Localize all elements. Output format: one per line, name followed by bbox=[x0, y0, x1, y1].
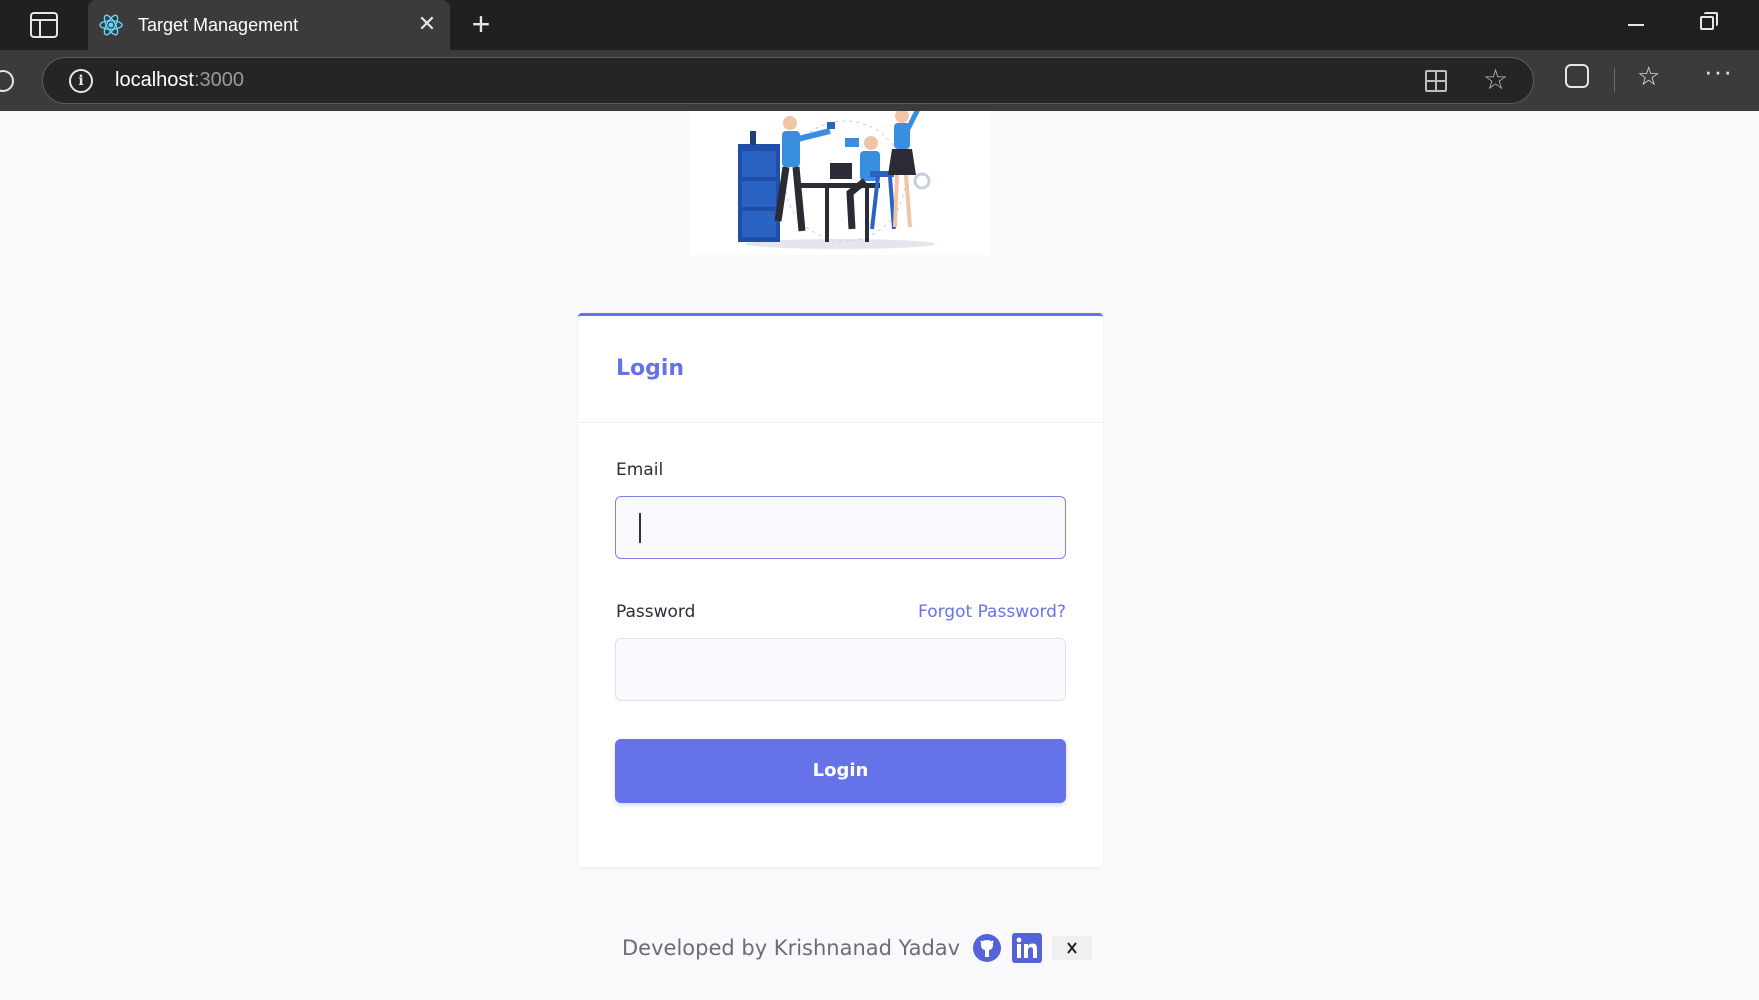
favorites-icon[interactable]: ☆ bbox=[1637, 61, 1660, 91]
card-title: Login bbox=[616, 356, 685, 381]
tab-actions-icon[interactable] bbox=[30, 12, 58, 38]
browser-toolbar: i localhost:3000 ☆ ☆ ··· bbox=[0, 50, 1759, 111]
text-caret bbox=[639, 513, 641, 543]
email-label: Email bbox=[616, 460, 664, 480]
login-card: Login Email Password Forgot Password? Lo… bbox=[578, 313, 1103, 867]
minimize-icon[interactable] bbox=[1628, 24, 1644, 26]
star-icon[interactable]: ☆ bbox=[1483, 64, 1508, 96]
toolbar-divider bbox=[1614, 68, 1615, 92]
footer: Developed by Krishnanad Yadav bbox=[622, 928, 1093, 968]
github-icon[interactable] bbox=[972, 933, 1002, 963]
forgot-password-link[interactable]: Forgot Password? bbox=[918, 602, 1066, 622]
card-header: Login bbox=[578, 316, 1103, 423]
footer-credit: Developed by Krishnanad Yadav bbox=[622, 936, 961, 960]
extensions-icon[interactable] bbox=[1565, 64, 1589, 88]
react-favicon-icon bbox=[99, 14, 123, 36]
url-port: :3000 bbox=[193, 69, 244, 91]
browser-titlebar: Target Management ✕ + bbox=[0, 0, 1759, 50]
login-button[interactable]: Login bbox=[615, 739, 1066, 803]
x-icon[interactable] bbox=[1052, 933, 1093, 963]
address-bar[interactable]: i localhost:3000 ☆ bbox=[42, 57, 1534, 104]
browser-tab[interactable]: Target Management ✕ bbox=[88, 0, 450, 50]
split-screen-icon[interactable] bbox=[1425, 70, 1447, 92]
more-icon[interactable]: ··· bbox=[1704, 56, 1733, 86]
tab-title: Target Management bbox=[138, 15, 299, 35]
plus-icon[interactable]: + bbox=[466, 8, 496, 42]
email-field[interactable] bbox=[615, 496, 1066, 559]
password-field[interactable] bbox=[615, 638, 1066, 701]
info-icon[interactable]: i bbox=[69, 69, 93, 93]
url-text[interactable]: localhost:3000 bbox=[115, 69, 244, 92]
reload-icon[interactable] bbox=[0, 70, 14, 92]
restore-icon[interactable] bbox=[1700, 12, 1718, 30]
url-host: localhost bbox=[115, 69, 194, 91]
close-icon[interactable]: ✕ bbox=[413, 10, 441, 38]
hero-illustration bbox=[690, 111, 990, 255]
password-label: Password bbox=[616, 602, 696, 622]
linkedin-icon[interactable] bbox=[1012, 933, 1043, 963]
